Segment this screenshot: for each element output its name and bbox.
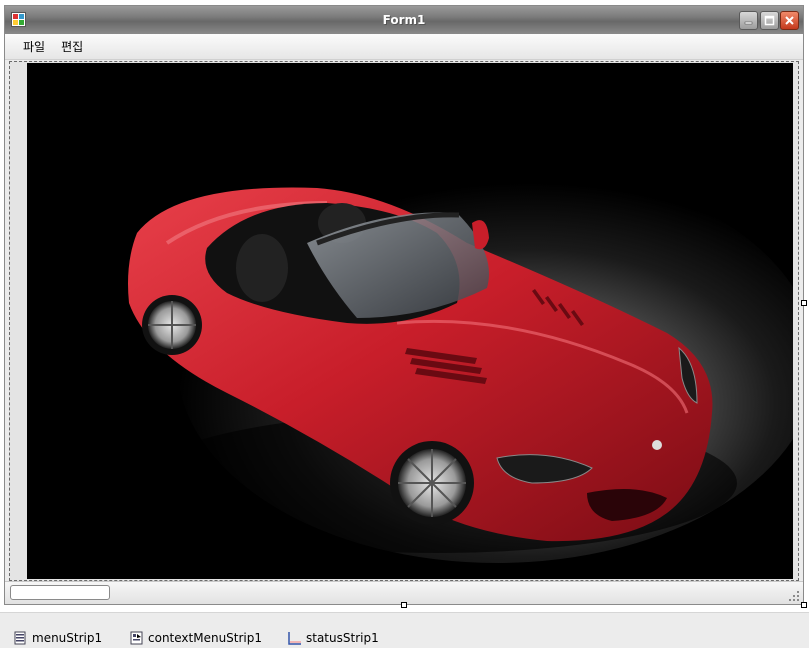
context-menu-strip-icon [130, 631, 143, 645]
picture-box-frame[interactable] [9, 61, 799, 581]
picture-box[interactable] [27, 63, 793, 579]
tray-item-label: contextMenuStrip1 [148, 631, 263, 645]
menu-item-file[interactable]: 파일 [15, 36, 53, 57]
status-progress-bar [10, 585, 110, 600]
title-bar[interactable]: Form1 [5, 6, 803, 34]
resize-handle-right[interactable] [801, 300, 807, 306]
tray-item-context-menu-strip[interactable]: contextMenuStrip1 [130, 631, 262, 645]
maximize-icon [764, 15, 775, 26]
menu-strip-icon [14, 631, 26, 645]
tray-item-label: menuStrip1 [32, 631, 103, 645]
close-button[interactable] [780, 11, 799, 30]
form-icon [11, 12, 26, 27]
car-image [27, 63, 793, 579]
status-strip-icon [288, 632, 301, 645]
tray-item-status-strip[interactable]: statusStrip1 [288, 631, 379, 645]
form-title: Form1 [382, 13, 426, 27]
status-strip [5, 581, 803, 604]
close-icon [785, 16, 794, 25]
size-grip-icon[interactable] [788, 590, 800, 602]
minimize-icon [744, 21, 753, 25]
maximize-button[interactable] [760, 11, 779, 30]
design-surface: Form1 파일 편집 [0, 0, 809, 612]
component-tray: menuStrip1 contextMenuStrip1 statusStrip… [0, 612, 809, 648]
resize-handle-bottom[interactable] [401, 602, 407, 608]
menu-item-edit[interactable]: 편집 [53, 36, 91, 57]
minimize-button[interactable] [739, 11, 758, 30]
tray-item-label: statusStrip1 [306, 631, 379, 645]
resize-handle-corner[interactable] [801, 602, 807, 608]
menu-strip: 파일 편집 [5, 34, 803, 60]
tray-item-menu-strip[interactable]: menuStrip1 [14, 631, 102, 645]
form-window[interactable]: Form1 파일 편집 [4, 5, 804, 605]
